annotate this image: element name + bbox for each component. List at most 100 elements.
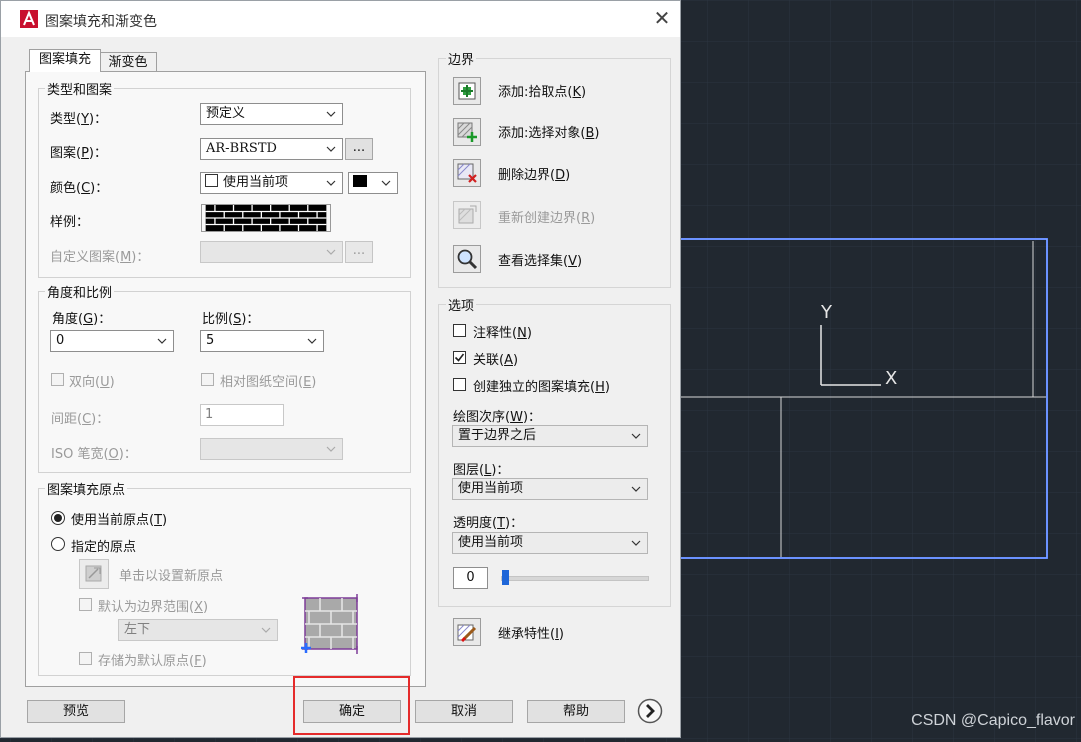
specified-origin-radio[interactable] bbox=[51, 537, 65, 551]
tab-hatch[interactable]: 图案填充 bbox=[29, 49, 101, 72]
inherit-brush-icon bbox=[457, 624, 477, 643]
spacing-label: 间距(C)： bbox=[51, 412, 110, 427]
hatch-origin-title: 图案填充原点 bbox=[45, 479, 128, 498]
help-button[interactable]: 帮助 bbox=[527, 700, 625, 723]
spacing-input[interactable]: 1 bbox=[200, 404, 284, 426]
layer-select[interactable]: 使用当前项 bbox=[452, 478, 648, 500]
chevron-down-icon bbox=[261, 627, 271, 633]
scale-label: 比例(S)： bbox=[202, 312, 260, 327]
chevron-down-icon bbox=[326, 111, 336, 117]
pattern-browse-button[interactable]: ... bbox=[345, 138, 373, 160]
options-title: 选项 bbox=[446, 295, 477, 314]
boundaries-title: 边界 bbox=[446, 49, 477, 68]
remove-boundaries-label: 删除边界(D) bbox=[498, 168, 571, 183]
pattern-select[interactable]: AR-BRSTD bbox=[200, 138, 343, 160]
magnifier-icon bbox=[457, 249, 478, 270]
chevron-right-circle-icon[interactable] bbox=[637, 698, 663, 724]
recreate-boundary-button[interactable] bbox=[453, 201, 481, 229]
preview-button[interactable]: 预览 bbox=[27, 700, 125, 723]
add-select-objects-label: 添加:选择对象(B) bbox=[498, 126, 600, 141]
chevron-down-icon bbox=[631, 486, 641, 492]
autocad-app-icon bbox=[20, 10, 38, 28]
default-extent-checkbox[interactable] bbox=[79, 598, 92, 611]
iso-pen-width-select[interactable] bbox=[200, 438, 343, 460]
transparency-slider-track[interactable] bbox=[501, 576, 649, 581]
type-select[interactable]: 预定义 bbox=[200, 103, 343, 125]
view-selections-label: 查看选择集(V) bbox=[498, 254, 583, 269]
double-checkbox[interactable] bbox=[51, 373, 64, 386]
chevron-down-icon bbox=[326, 446, 336, 452]
watermark: CSDN @Capico_flavor bbox=[911, 712, 1075, 729]
origin-position-select[interactable]: 左下 bbox=[118, 619, 278, 641]
layer-label: 图层(L)： bbox=[453, 463, 510, 478]
select-objects-icon bbox=[457, 122, 477, 142]
type-label: 类型(Y)： bbox=[50, 112, 108, 127]
scale-select[interactable]: 5 bbox=[200, 330, 324, 352]
hatch-gradient-dialog: 图案填充和渐变色 ✕ 图案填充 渐变色 类型和图案 类型(Y)： 预定义 图案(… bbox=[0, 0, 681, 738]
specified-origin-label: 指定的原点 bbox=[71, 540, 137, 555]
inherit-properties-label: 继承特性(I) bbox=[498, 627, 564, 642]
default-extent-label: 默认为边界范围(X) bbox=[98, 600, 209, 615]
angle-label: 角度(G)： bbox=[52, 312, 112, 327]
transparency-value-input[interactable]: 0 bbox=[453, 567, 488, 589]
black-swatch bbox=[353, 175, 367, 187]
x-axis-label: X bbox=[885, 368, 897, 389]
annotative-label: 注释性(N) bbox=[473, 326, 532, 341]
relative-paper-label: 相对图纸空间(E) bbox=[220, 375, 317, 390]
color-label: 颜色(C)： bbox=[50, 181, 109, 196]
pattern-sample-preview[interactable] bbox=[201, 204, 331, 232]
remove-boundaries-button[interactable] bbox=[453, 159, 481, 187]
use-current-origin-radio[interactable] bbox=[51, 511, 65, 525]
origin-preview-icon bbox=[301, 594, 358, 654]
dialog-title: 图案填充和渐变色 bbox=[45, 14, 157, 30]
transparency-label: 透明度(T)： bbox=[453, 516, 524, 531]
ok-button-highlight bbox=[293, 676, 410, 735]
draw-order-select[interactable]: 置于边界之后 bbox=[452, 425, 648, 447]
add-pick-points-button[interactable] bbox=[453, 77, 481, 105]
separate-hatches-label: 创建独立的图案填充(H) bbox=[473, 380, 610, 395]
chevron-down-icon bbox=[381, 180, 391, 186]
set-origin-button[interactable] bbox=[79, 559, 109, 589]
chevron-down-icon bbox=[157, 338, 167, 344]
color-swatch bbox=[205, 174, 218, 187]
add-pick-points-label: 添加:拾取点(K) bbox=[498, 85, 587, 100]
add-select-objects-button[interactable] bbox=[453, 118, 481, 146]
angle-select[interactable]: 0 bbox=[50, 330, 174, 352]
recreate-boundary-icon bbox=[458, 205, 477, 224]
view-selections-button[interactable] bbox=[453, 245, 481, 273]
inherit-properties-button[interactable] bbox=[453, 618, 481, 646]
custom-pattern-select[interactable] bbox=[200, 241, 343, 263]
custom-pattern-browse-button[interactable]: ... bbox=[345, 241, 373, 263]
y-axis-label: Y bbox=[820, 302, 833, 323]
use-current-origin-label: 使用当前原点(T) bbox=[71, 513, 168, 528]
custom-pattern-label: 自定义图案(M)： bbox=[50, 250, 150, 265]
draw-order-label: 绘图次序(W)： bbox=[453, 410, 542, 425]
checkmark-icon bbox=[454, 353, 465, 362]
associative-checkbox[interactable] bbox=[453, 351, 466, 364]
double-label: 双向(U) bbox=[69, 375, 115, 390]
chevron-down-icon bbox=[326, 180, 336, 186]
relative-paper-checkbox[interactable] bbox=[201, 373, 214, 386]
chevron-down-icon bbox=[307, 338, 317, 344]
separate-hatches-checkbox[interactable] bbox=[453, 378, 466, 391]
annotative-checkbox[interactable] bbox=[453, 324, 466, 337]
close-icon[interactable]: ✕ bbox=[653, 8, 671, 28]
chevron-down-icon bbox=[326, 146, 336, 152]
transparency-select[interactable]: 使用当前项 bbox=[452, 532, 648, 554]
click-to-set-origin-label: 单击以设置新原点 bbox=[119, 569, 224, 584]
background-color-select[interactable] bbox=[348, 172, 398, 194]
pick-origin-icon bbox=[85, 565, 102, 582]
chevron-down-icon bbox=[631, 433, 641, 439]
iso-pen-width-label: ISO 笔宽(O)： bbox=[51, 447, 137, 462]
chevron-down-icon bbox=[631, 540, 641, 546]
cancel-button[interactable]: 取消 bbox=[415, 700, 513, 723]
store-default-origin-label: 存储为默认原点(F) bbox=[98, 654, 207, 669]
color-select[interactable]: 使用当前项 bbox=[200, 172, 343, 194]
associative-label: 关联(A) bbox=[473, 353, 519, 368]
store-default-origin-checkbox[interactable] bbox=[79, 652, 92, 665]
pattern-label: 图案(P)： bbox=[50, 146, 107, 161]
title-bar[interactable]: 图案填充和渐变色 ✕ bbox=[1, 1, 680, 37]
type-pattern-title: 类型和图案 bbox=[45, 79, 115, 98]
tab-gradient[interactable]: 渐变色 bbox=[99, 52, 157, 72]
transparency-slider-thumb[interactable] bbox=[502, 570, 509, 585]
